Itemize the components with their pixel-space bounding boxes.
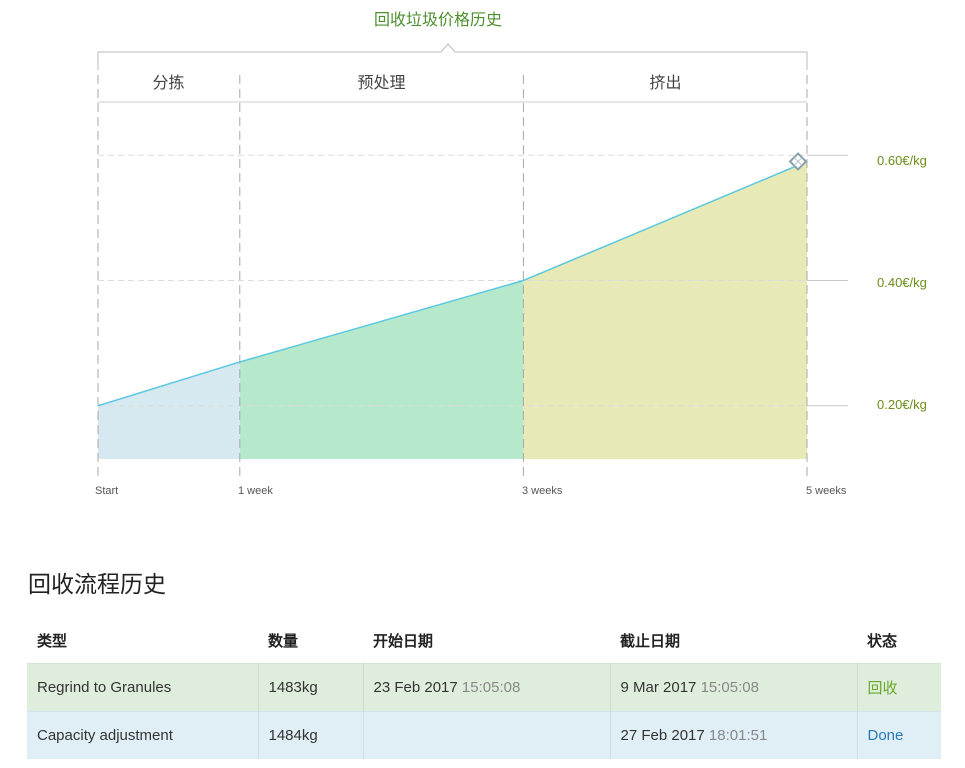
end-time: 18:01:51 <box>708 727 768 744</box>
cell-start-date <box>363 711 611 759</box>
phase-label-extrusion: 挤出 <box>649 75 682 92</box>
phase-label-preprocessing: 预处理 <box>357 75 406 92</box>
column-header-quantity: 数量 <box>268 632 299 650</box>
cell-status: Done <box>857 711 941 759</box>
end-date: 9 Mar 2017 <box>620 679 697 696</box>
status-text: 回收 <box>867 680 898 697</box>
y-tick-label-060: 0.60€/kg <box>877 153 927 168</box>
x-tick-label-1-week: 1 week <box>238 485 273 497</box>
x-tick-label-start: Start <box>95 485 119 497</box>
cell-status: 回收 <box>857 663 941 712</box>
y-tick-label-020: 0.20€/kg <box>877 397 927 412</box>
status-text: Done <box>867 727 904 744</box>
x-tick-label-3-weeks: 3 weeks <box>522 485 563 497</box>
column-header-type: 类型 <box>37 632 68 650</box>
end-date: 27 Feb 2017 <box>620 727 705 744</box>
cell-end-date: 27 Feb 2017 18:01:51 <box>610 711 858 759</box>
cell-type: Capacity adjustment <box>27 711 259 759</box>
x-tick-label-5-weeks: 5 weeks <box>806 485 847 497</box>
cell-type: Regrind to Granules <box>27 663 259 712</box>
start-time: 15:05:08 <box>461 679 521 696</box>
start-date: 23 Feb 2017 <box>373 679 458 696</box>
end-time: 15:05:08 <box>700 679 759 696</box>
price-history-chart: 回收垃圾价格历史 分拣 预处理 挤出 0.60€/kg 0.40€/kg 0.2… <box>0 0 965 530</box>
cell-quantity: 1484kg <box>258 711 364 759</box>
cell-end-date: 9 Mar 2017 15:05:08 <box>610 663 858 712</box>
process-history-table: 类型 数量 开始日期 截止日期 状态 Regrind to Granules 1… <box>27 617 941 759</box>
chart-title: 回收垃圾价格历史 <box>373 12 502 29</box>
process-history-title: 回收流程历史 <box>28 572 166 598</box>
column-header-end-date: 截止日期 <box>620 632 681 650</box>
y-tick-label-040: 0.40€/kg <box>877 275 927 290</box>
table-row[interactable]: Regrind to Granules 1483kg 23 Feb 2017 1… <box>27 663 941 712</box>
phase-area-0 <box>98 361 240 459</box>
table-header-row: 类型 数量 开始日期 截止日期 状态 <box>27 617 941 664</box>
phase-area-1 <box>239 280 524 459</box>
cell-quantity: 1483kg <box>258 663 364 712</box>
table-row[interactable]: Capacity adjustment 1484kg 27 Feb 2017 1… <box>27 711 941 759</box>
phase-header-frame <box>97 43 808 70</box>
column-header-status: 状态 <box>867 632 898 650</box>
column-header-start-date: 开始日期 <box>373 632 434 650</box>
phase-label-sorting: 分拣 <box>152 75 185 92</box>
phase-area-2 <box>523 161 807 459</box>
cell-start-date: 23 Feb 2017 15:05:08 <box>363 663 611 712</box>
